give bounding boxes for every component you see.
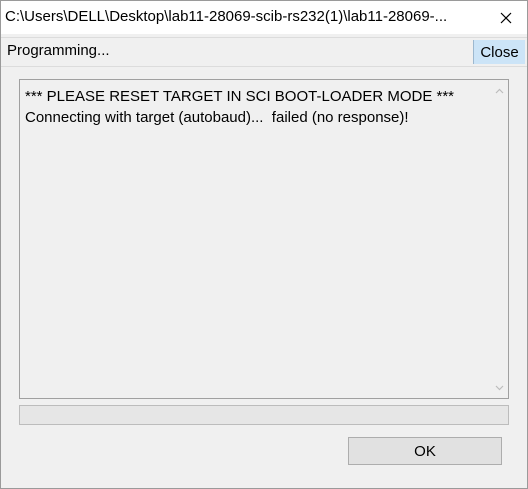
log-output-box[interactable]: *** PLEASE RESET TARGET IN SCI BOOT-LOAD… [19, 79, 509, 399]
status-label: Programming... [7, 42, 110, 59]
log-line: *** PLEASE RESET TARGET IN SCI BOOT-LOAD… [25, 88, 455, 105]
chevron-up-icon [495, 88, 504, 93]
close-button[interactable]: Close [473, 40, 525, 64]
status-bar: Programming... Close [1, 37, 527, 67]
scroll-up-button[interactable] [491, 82, 508, 99]
chevron-down-icon [495, 385, 504, 390]
close-icon [500, 12, 512, 23]
programming-dialog: C:\Users\DELL\Desktop\lab11-28069-scib-r… [0, 0, 528, 489]
title-bar[interactable]: C:\Users\DELL\Desktop\lab11-28069-scib-r… [1, 1, 527, 34]
window-close-button[interactable] [485, 1, 527, 34]
progress-bar [19, 405, 509, 425]
log-text: *** PLEASE RESET TARGET IN SCI BOOT-LOAD… [25, 86, 485, 128]
ok-button[interactable]: OK [348, 437, 502, 465]
log-line: Connecting with target (autobaud)... fai… [25, 109, 409, 126]
scroll-down-button[interactable] [491, 379, 508, 396]
vertical-scrollbar[interactable] [491, 80, 508, 398]
window-title: C:\Users\DELL\Desktop\lab11-28069-scib-r… [5, 8, 448, 25]
